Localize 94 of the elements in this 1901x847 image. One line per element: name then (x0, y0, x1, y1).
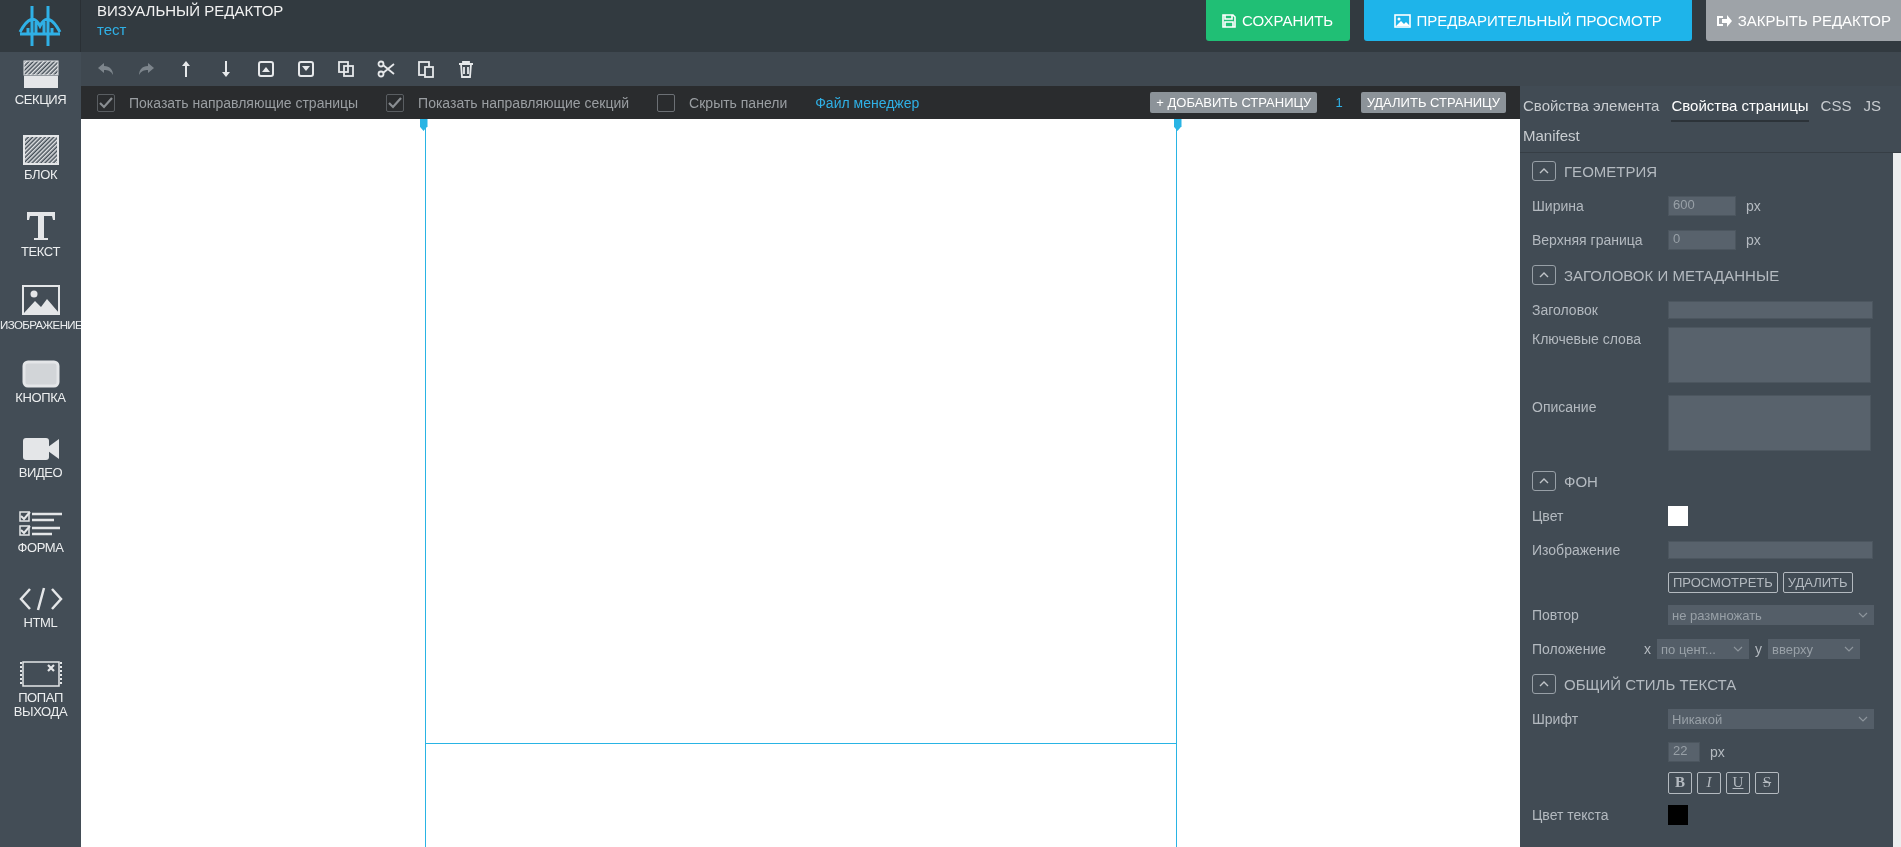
chevron-down-icon (1858, 716, 1868, 722)
field-label: Повтор (1532, 607, 1580, 623)
field-label: Шрифт (1532, 711, 1580, 727)
page-name: тест (97, 20, 128, 40)
bottom-icon[interactable] (297, 60, 315, 78)
cut-icon[interactable] (377, 60, 395, 78)
field-label: Положение (1532, 641, 1607, 657)
checkbox[interactable] (97, 93, 115, 112)
checkbox-label: Показать направляющие секций (418, 94, 630, 111)
collapse-icon[interactable] (1532, 471, 1556, 491)
field-label: Цвет текста (1532, 807, 1610, 823)
unit-label: px (1746, 232, 1761, 248)
outline-button[interactable]: ПРОСМОТРЕТЬ (1668, 572, 1778, 593)
field-label: Описание (1532, 398, 1598, 415)
bridge-logo-icon (18, 4, 62, 48)
guide-handle-icon[interactable] (1173, 119, 1182, 131)
collapse-icon[interactable] (1532, 161, 1556, 181)
unit-label: px (1710, 743, 1725, 760)
sidebar-form-tool[interactable]: ФОРМА (0, 508, 81, 583)
section-title: ОБЩИЙ СТИЛЬ ТЕКСТА (1564, 675, 1737, 693)
color-swatch[interactable] (1668, 506, 1688, 526)
dropdown[interactable]: по цент... (1657, 639, 1749, 659)
copy-icon[interactable] (337, 60, 355, 78)
paste-icon[interactable] (417, 60, 435, 78)
page-count: 1 (1335, 95, 1343, 110)
sidebar-html-tool[interactable]: HTML (0, 583, 81, 658)
dropdown[interactable]: вверху (1768, 639, 1860, 659)
field-label: Заголовок (1532, 302, 1599, 318)
field-label: Цвет (1532, 508, 1565, 524)
dropdown[interactable]: Никакой (1668, 709, 1874, 729)
button-shape-icon (21, 360, 60, 388)
sidebar-text-tool[interactable]: ТЕКСТ (0, 208, 81, 283)
panel-tab[interactable]: Manifest (1523, 122, 1580, 152)
collapse-icon[interactable] (1532, 674, 1556, 694)
field-label: Ширина (1532, 198, 1585, 214)
chevron-down-icon (1733, 646, 1743, 652)
sidebar-popup-tool[interactable]: ПОПАП ВЫХОДА (0, 658, 81, 733)
color-swatch[interactable] (1668, 805, 1688, 825)
panel-tab[interactable]: Свойства страницы (1671, 92, 1809, 122)
guide-handle-icon[interactable] (419, 119, 428, 131)
save-button[interactable]: СОХРАНИТЬ (1205, 0, 1350, 41)
dropdown[interactable]: не размножать (1668, 605, 1874, 625)
code-icon (17, 585, 64, 613)
checkbox-label: Скрыть панели (689, 94, 788, 111)
number-field[interactable]: 600 (1668, 196, 1736, 216)
sidebar-image-tool[interactable]: ИЗОБРАЖЕНИЕ (0, 283, 81, 358)
close-button[interactable]: ЗАКРЫТЬ РЕДАКТОР (1705, 0, 1901, 41)
unit-label: px (1746, 198, 1761, 214)
panel-tab[interactable]: Свойства элемента (1523, 92, 1660, 122)
checkbox[interactable] (386, 93, 405, 112)
image-icon (21, 285, 60, 315)
panel-tab[interactable]: JS (1863, 92, 1881, 122)
axis-label: y (1755, 641, 1762, 657)
file-manager-link[interactable]: Файл менеджер (815, 94, 920, 111)
field-label: Изображение (1532, 542, 1622, 558)
scrollbar[interactable] (1893, 153, 1901, 847)
delete-icon[interactable] (457, 60, 475, 78)
sidebar-section-tool[interactable]: СЕКЦИЯ (0, 58, 81, 133)
underline-button[interactable]: U (1726, 771, 1750, 794)
panel-tab[interactable]: CSS (1820, 92, 1852, 122)
chevron-down-icon (1858, 612, 1868, 618)
delete-page-button[interactable]: УДАЛИТЬ СТРАНИЦУ (1360, 92, 1506, 113)
chevron-down-icon (1844, 646, 1854, 652)
text-field[interactable] (1668, 541, 1873, 559)
top-icon[interactable] (257, 60, 275, 78)
hatched-block-icon (22, 135, 59, 165)
collapse-icon[interactable] (1532, 265, 1556, 285)
popup-icon (19, 660, 62, 688)
outline-button[interactable]: УДАЛИТЬ (1782, 572, 1853, 593)
bold-button[interactable]: B (1668, 771, 1692, 794)
strike-button[interactable]: S (1755, 771, 1779, 794)
section-icon (22, 60, 59, 90)
sidebar-block-tool[interactable]: БЛОК (0, 133, 81, 208)
exit-icon (1715, 13, 1732, 28)
editor-title: ВИЗУАЛЬНЫЙ РЕДАКТОР (97, 2, 284, 20)
checkbox[interactable] (657, 93, 676, 112)
number-field[interactable]: 0 (1668, 230, 1736, 250)
size-field[interactable]: 22 (1668, 741, 1700, 762)
section-title: ГЕОМЕТРИЯ (1564, 162, 1658, 180)
form-icon (18, 510, 63, 538)
italic-button[interactable]: I (1697, 771, 1721, 794)
field-label: Верхняя граница (1532, 232, 1644, 248)
image-icon (1393, 13, 1411, 28)
axis-label: x (1644, 641, 1651, 657)
checkbox-label: Показать направляющие страницы (129, 94, 359, 111)
section-title: ЗАГОЛОВОК И МЕТАДАННЫЕ (1564, 266, 1780, 284)
video-camera-icon (21, 435, 60, 463)
text-field[interactable] (1668, 301, 1873, 319)
field-label: Ключевые слова (1532, 330, 1642, 347)
sidebar-video-tool[interactable]: ВИДЕО (0, 433, 81, 508)
section-title: ФОН (1564, 472, 1598, 490)
preview-button[interactable]: ПРЕДВАРИТЕЛЬНЫЙ ПРОСМОТР (1363, 0, 1692, 41)
sidebar-button-tool[interactable]: КНОПКА (0, 358, 81, 433)
add-page-button[interactable]: + ДОБАВИТЬ СТРАНИЦУ (1150, 92, 1318, 113)
